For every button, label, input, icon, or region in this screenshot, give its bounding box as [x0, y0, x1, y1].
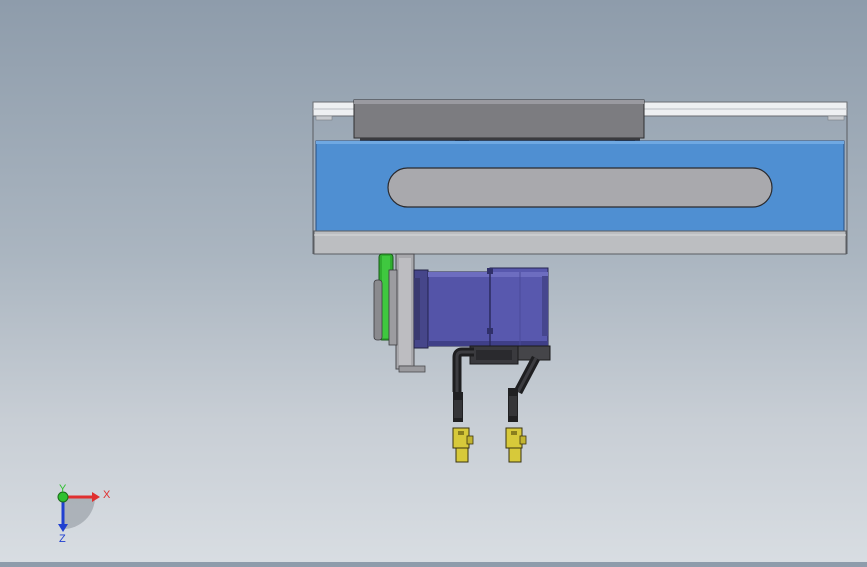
x-axis-label: X: [103, 489, 111, 501]
connector-1: [452, 427, 474, 463]
drive-belt: [373, 253, 398, 346]
servo-motor[interactable]: [427, 267, 549, 349]
base-plate: [313, 230, 847, 255]
z-axis-label: Z: [59, 533, 66, 545]
y-axis-label: Y: [59, 483, 67, 495]
linear-module[interactable]: [312, 99, 848, 255]
profile-slot: [387, 167, 773, 208]
cad-viewport[interactable]: X Y Z: [0, 0, 867, 562]
connector-2: [505, 427, 527, 463]
carriage[interactable]: [353, 99, 645, 143]
coordinate-triad: X Y Z: [57, 483, 111, 545]
model-canvas[interactable]: X Y Z: [0, 0, 867, 562]
rail-profile: [315, 140, 845, 232]
